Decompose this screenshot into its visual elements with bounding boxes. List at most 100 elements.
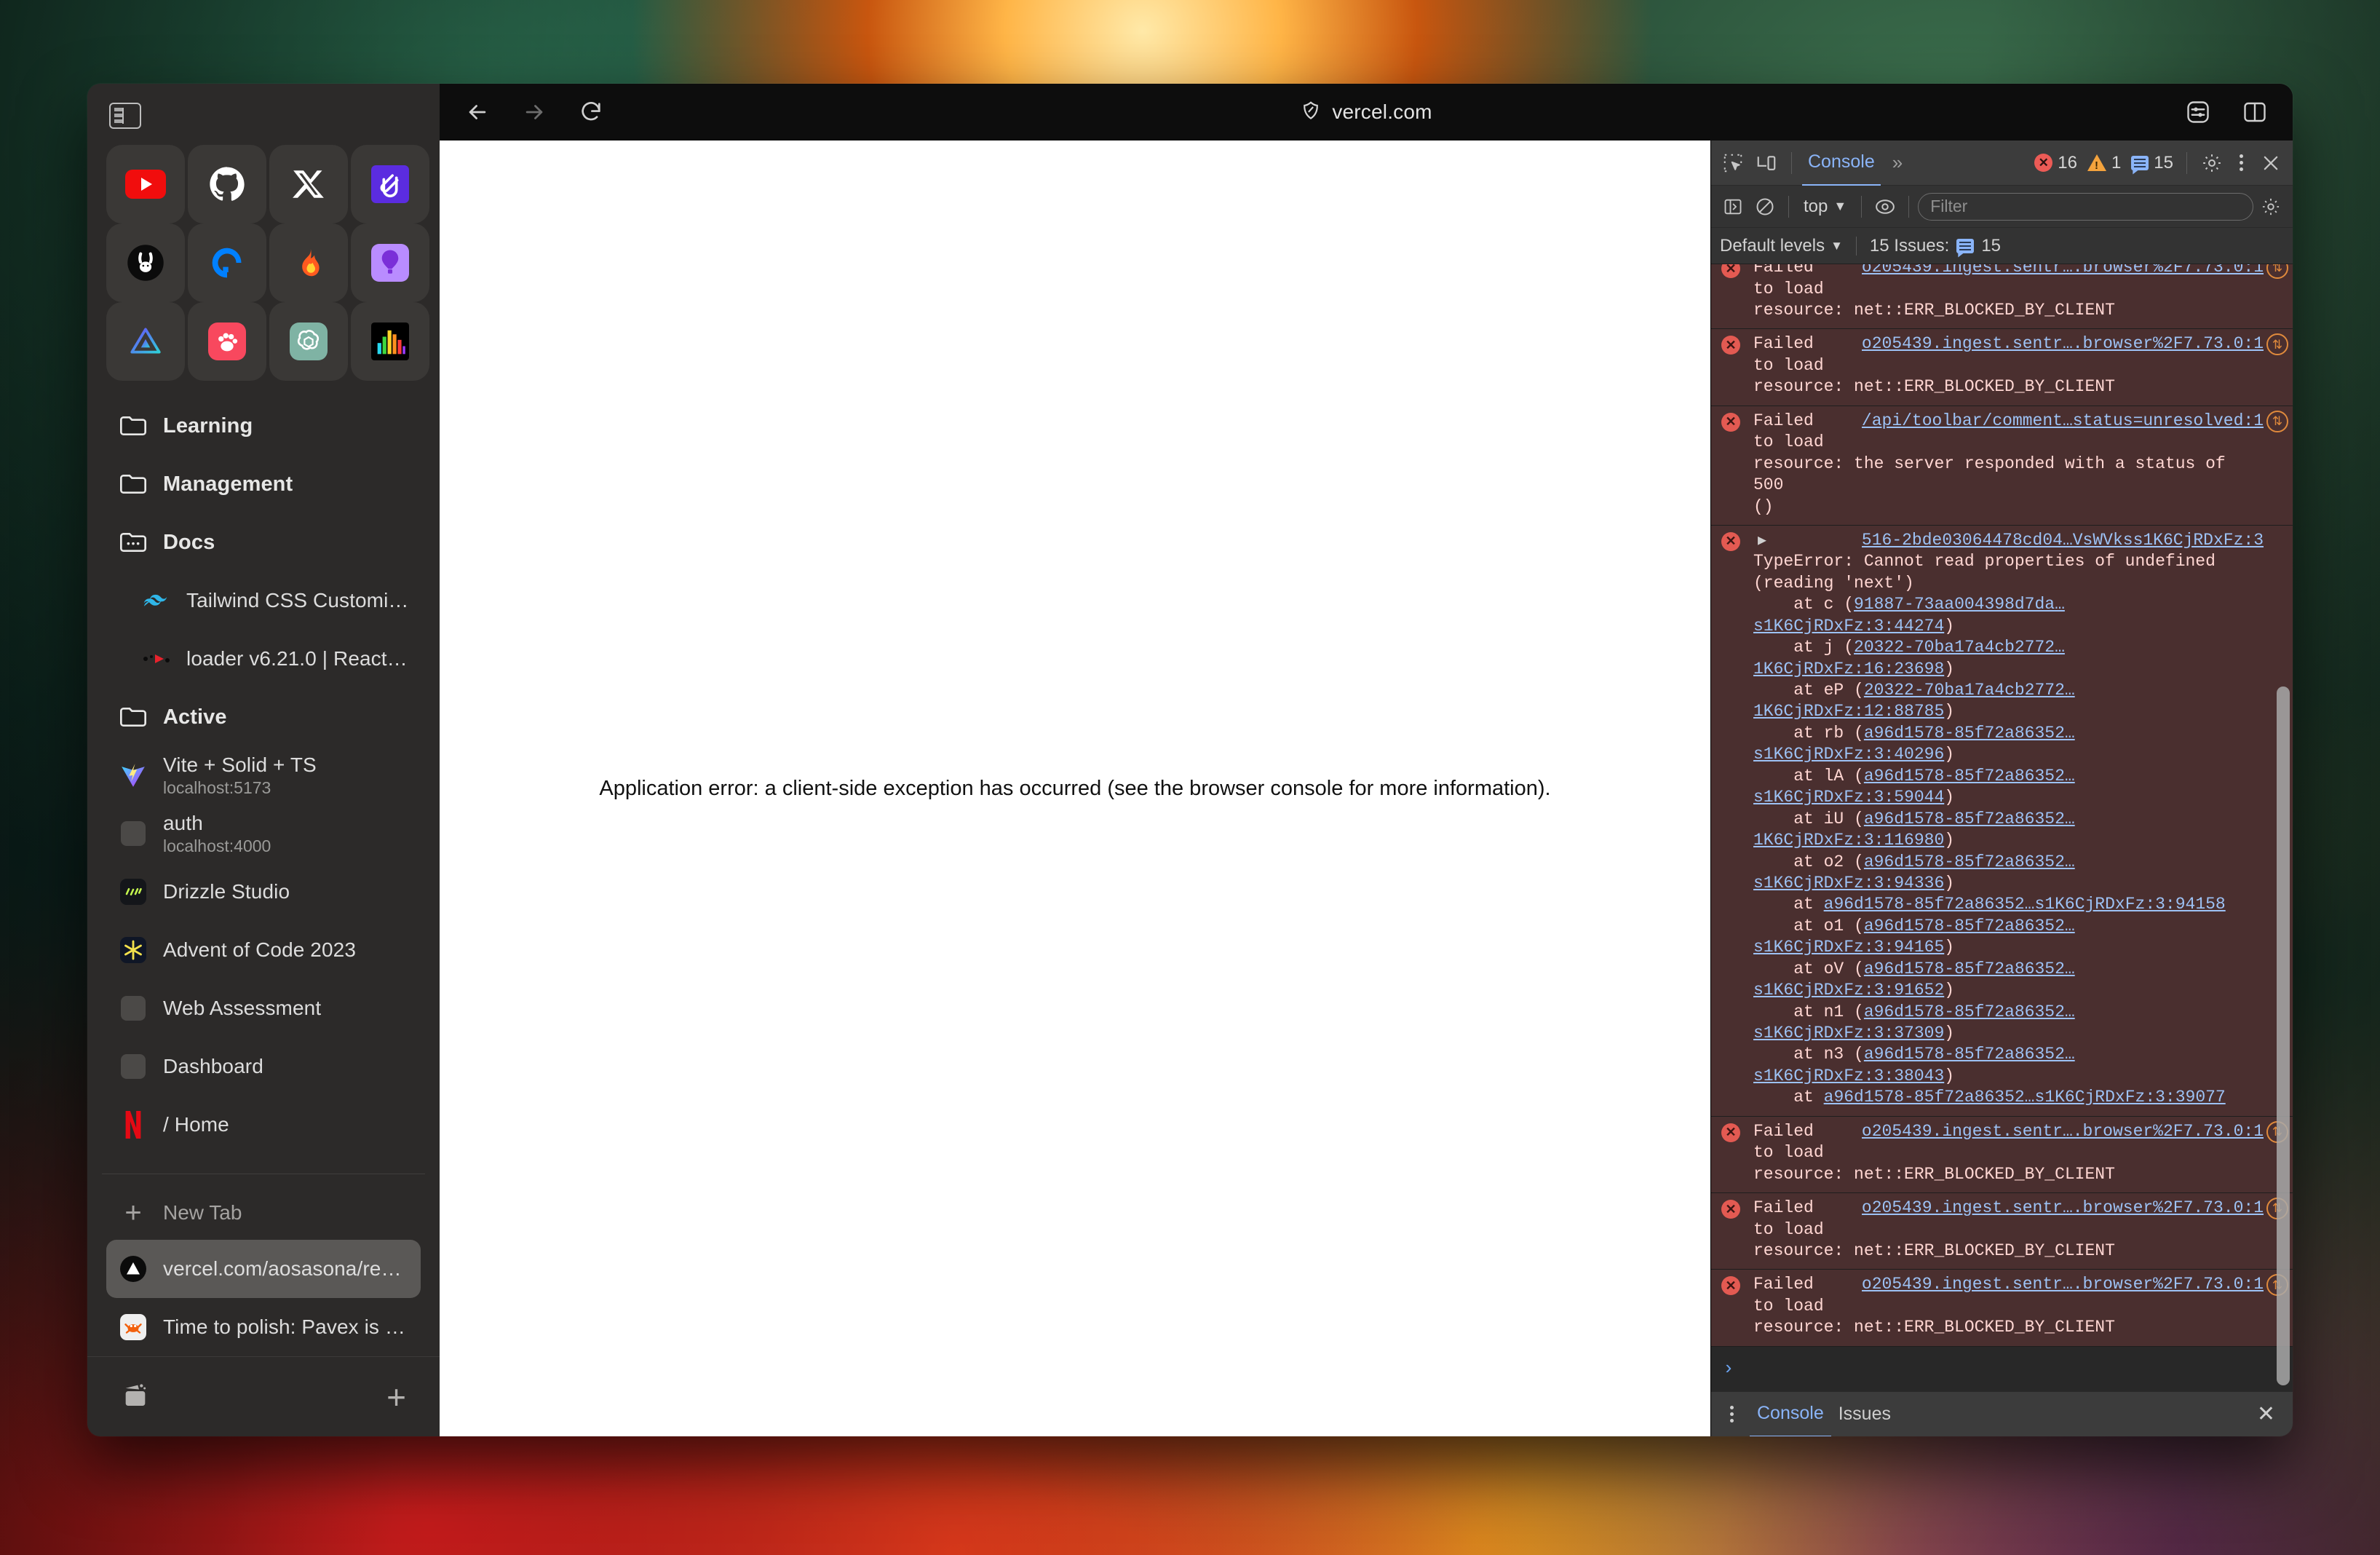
device-toolbar-icon[interactable] <box>1752 149 1781 178</box>
sidebar-item-docs[interactable]: Docs <box>106 513 424 571</box>
arrow-left-icon[interactable] <box>461 96 493 128</box>
sidebar-item-home[interactable]: / Home <box>106 1096 424 1154</box>
sidebar-item-active[interactable]: Active <box>106 688 424 746</box>
stack-frame-link[interactable]: a96d1578-85f72a86352…s1K6CjRDxFz:3:40296 <box>1753 724 2075 764</box>
sidebar-item-learning[interactable]: Learning <box>106 397 424 455</box>
favorite-triangle-app[interactable] <box>106 302 185 381</box>
network-request-icon[interactable]: ⇅ <box>2266 333 2288 355</box>
favorite-youtube[interactable] <box>106 145 185 223</box>
message-source-link[interactable]: o205439.ingest.sentr….browser%2F7.73.0:1 <box>1862 1274 2264 1295</box>
arrow-right-icon[interactable] <box>518 96 550 128</box>
stack-frame-link[interactable]: a96d1578-85f72a86352…s1K6CjRDxFz:3:39077 <box>1824 1088 2226 1107</box>
favorite-github[interactable] <box>188 145 266 223</box>
message-source-link[interactable]: /api/toolbar/comment…status=unresolved:1 <box>1862 411 2264 432</box>
sidebar-item-vite-solid-ts[interactable]: Vite + Solid + TSlocalhost:5173 <box>106 746 424 804</box>
warning-count[interactable]: 1 <box>2085 153 2124 173</box>
filter-input[interactable] <box>1918 193 2253 221</box>
sidebar-item-tailwind-css-customiz[interactable]: Tailwind CSS Customiz... <box>106 571 424 630</box>
favorite-openai[interactable] <box>269 302 348 381</box>
console-messages-area[interactable]: ✕Failed/api/v9/projects/redomains/trulya… <box>1711 264 2293 1391</box>
stack-frame-link[interactable]: 20322-70ba17a4cb2772…1K6CjRDxFz:12:88785 <box>1753 681 2075 721</box>
stack-frame-link[interactable]: a96d1578-85f72a86352…s1K6CjRDxFz:3:94336 <box>1753 852 2075 893</box>
log-levels-dropdown[interactable]: Default levels ▼ <box>1720 236 1843 256</box>
split-view-icon[interactable] <box>2239 96 2271 128</box>
stack-frame-link[interactable]: a96d1578-85f72a86352…s1K6CjRDxFz:3:59044 <box>1753 767 2075 807</box>
stack-frame-link[interactable]: 20322-70ba17a4cb2772…1K6CjRDxFz:16:23698 <box>1753 638 2065 678</box>
sidebar-item-web-assessment[interactable]: Web Assessment <box>106 979 424 1037</box>
message-source-link[interactable]: o205439.ingest.sentr….browser%2F7.73.0:1 <box>1862 1198 2264 1219</box>
message-source-link[interactable]: o205439.ingest.sentr….browser%2F7.73.0:1 <box>1862 264 2264 279</box>
favorite-rabbit-app[interactable] <box>106 223 185 302</box>
address-bar[interactable]: vercel.com <box>440 100 2293 125</box>
sidebar-item-drizzle-studio[interactable]: Drizzle Studio <box>106 863 424 921</box>
sliders-icon[interactable] <box>2182 96 2214 128</box>
github-icon <box>207 164 247 205</box>
stack-frame: at oV (a96d1578-85f72a86352…s1K6CjRDxFz:… <box>1753 959 2264 1002</box>
sidebar-item-management[interactable]: Management <box>106 455 424 513</box>
console-message[interactable]: ✕Failed/api/toolbar/comment…status=unres… <box>1711 406 2293 526</box>
sidebar-toggle-icon[interactable] <box>109 103 141 129</box>
console-sidebar-icon[interactable] <box>1718 192 1748 221</box>
close-icon[interactable]: ✕ <box>2257 1401 2282 1427</box>
drawer-tab-issues[interactable]: Issues <box>1831 1392 1898 1437</box>
error-badge-icon: ✕ <box>2034 154 2052 172</box>
message-source-link[interactable]: 516-2bde03064478cd04…VsWVkss1K6CjRDxFz:3 <box>1862 530 2264 551</box>
clear-console-icon[interactable] <box>1750 192 1780 221</box>
sidebar-item-label: Active <box>163 705 227 729</box>
tab-console[interactable]: Console <box>1802 141 1881 186</box>
stack-frame-link[interactable]: a96d1578-85f72a86352…s1K6CjRDxFz:3:94165 <box>1753 917 2075 957</box>
live-expression-icon[interactable] <box>1871 192 1900 221</box>
inspect-element-icon[interactable] <box>1718 149 1748 178</box>
stack-frame-link[interactable]: a96d1578-85f72a86352…s1K6CjRDxFz:3:94158 <box>1824 895 2226 914</box>
console-scrollbar[interactable] <box>2277 687 2290 1385</box>
console-message[interactable]: ✕Failedo205439.ingest.sentr….browser%2F7… <box>1711 1193 2293 1270</box>
stack-frame-link[interactable]: 91887-73aa004398d7da…s1K6CjRDxFz:3:44274 <box>1753 595 2065 635</box>
favorite-paperclip-app[interactable] <box>351 145 429 223</box>
network-request-icon[interactable]: ⇅ <box>2266 264 2288 279</box>
sidebar-footer: + <box>87 1356 440 1436</box>
message-header: Failedo205439.ingest.sentr….browser%2F7.… <box>1753 1121 2264 1142</box>
stack-frame-link[interactable]: a96d1578-85f72a86352…s1K6CjRDxFz:3:38043 <box>1753 1045 2075 1085</box>
message-source-link[interactable]: o205439.ingest.sentr….browser%2F7.73.0:1 <box>1862 333 2264 355</box>
console-message[interactable]: ✕Failedo205439.ingest.sentr….browser%2F7… <box>1711 264 2293 329</box>
network-request-icon[interactable]: ⇅ <box>2266 411 2288 432</box>
close-icon[interactable] <box>2256 149 2285 178</box>
triangle-right-icon[interactable]: ▶ <box>1753 532 1766 551</box>
stack-frame-link[interactable]: a96d1578-85f72a86352…s1K6CjRDxFz:3:91652 <box>1753 959 2075 1000</box>
context-selector[interactable]: top ▼ <box>1798 197 1852 217</box>
favorite-flame-app[interactable] <box>269 223 348 302</box>
console-prompt[interactable]: › <box>1711 1347 2293 1391</box>
message-header: Failed/api/toolbar/comment…status=unreso… <box>1753 411 2264 432</box>
new-tab-button[interactable]: + New Tab <box>106 1186 421 1240</box>
sidebar-item-loader-v6-21-0-react-r[interactable]: loader v6.21.0 | React R... <box>106 630 424 688</box>
info-count[interactable]: 15 <box>2128 153 2176 173</box>
stack-frame-link[interactable]: a96d1578-85f72a86352…s1K6CjRDxFz:3:37309 <box>1753 1002 2075 1042</box>
favorite-digitalocean[interactable] <box>188 223 266 302</box>
sidebar-item-auth[interactable]: authlocalhost:4000 <box>106 804 424 863</box>
open-tab-2[interactable]: Time to polish: Pavex is in... <box>106 1298 421 1356</box>
sidebar-item-advent-of-code-2023[interactable]: Advent of Code 2023 <box>106 921 424 979</box>
reload-icon[interactable] <box>575 96 607 128</box>
favorite-x-twitter[interactable] <box>269 145 348 223</box>
message-source-link[interactable]: o205439.ingest.sentr….browser%2F7.73.0:1 <box>1862 1121 2264 1142</box>
gear-icon[interactable] <box>2256 192 2285 221</box>
favorite-bars-app[interactable] <box>351 302 429 381</box>
favorite-balloon-app[interactable] <box>351 223 429 302</box>
more-vertical-icon[interactable] <box>1721 1406 1742 1423</box>
issues-summary[interactable]: 15 Issues: 15 <box>1870 236 2001 256</box>
plus-icon[interactable]: + <box>386 1380 406 1414</box>
chevron-double-right-icon[interactable]: » <box>1885 151 1910 174</box>
console-message[interactable]: ✕Failedo205439.ingest.sentr….browser%2F7… <box>1711 1270 2293 1346</box>
error-count[interactable]: ✕ 16 <box>2031 153 2080 173</box>
console-message[interactable]: ✕▶516-2bde03064478cd04…VsWVkss1K6CjRDxFz… <box>1711 526 2293 1117</box>
drawer-tab-console[interactable]: Console <box>1750 1392 1831 1437</box>
open-tab-1[interactable]: vercel.com/aosasona/reda... <box>106 1240 421 1298</box>
gear-icon[interactable] <box>2197 149 2226 178</box>
sidebar-item-dashboard[interactable]: Dashboard <box>106 1037 424 1096</box>
more-vertical-icon[interactable] <box>2231 154 2252 171</box>
archive-box-icon[interactable] <box>121 1380 150 1413</box>
console-message[interactable]: ✕Failedo205439.ingest.sentr….browser%2F7… <box>1711 329 2293 405</box>
console-message[interactable]: ✕Failedo205439.ingest.sentr….browser%2F7… <box>1711 1117 2293 1193</box>
favorite-paw-app[interactable] <box>188 302 266 381</box>
stack-frame-link[interactable]: a96d1578-85f72a86352…1K6CjRDxFz:3:116980 <box>1753 810 2075 850</box>
